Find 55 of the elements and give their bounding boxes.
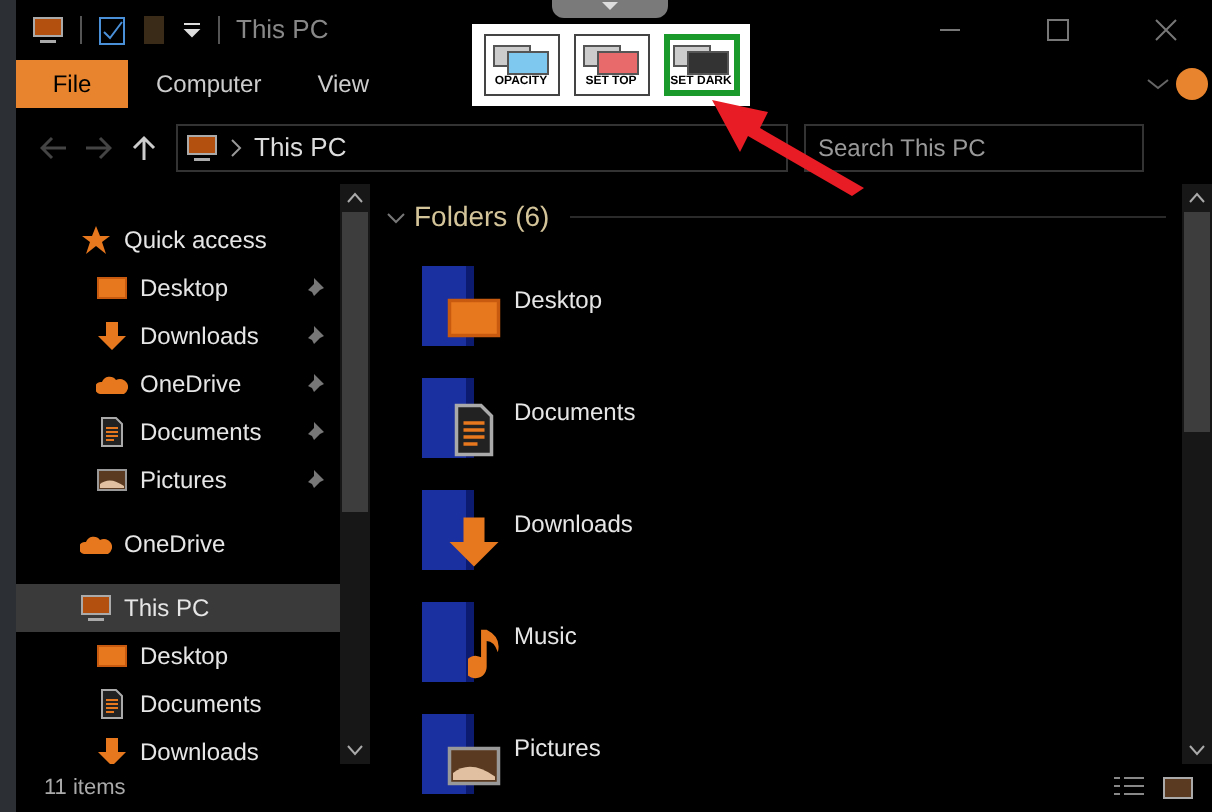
nav-item[interactable]: Quick access: [16, 216, 340, 264]
down-caret-icon: [600, 0, 620, 12]
ribbon-tab[interactable]: Computer: [128, 60, 290, 108]
nav-item[interactable]: Documents: [16, 408, 340, 456]
dropdown-icon[interactable]: [182, 20, 202, 40]
picture-icon: [96, 464, 128, 496]
folder-name[interactable]: Pictures: [514, 730, 601, 766]
ribbon-tab[interactable]: File: [16, 60, 128, 108]
pin-icon: [304, 278, 324, 298]
ribbon-tab[interactable]: View: [289, 60, 397, 108]
nav-item[interactable]: Downloads: [16, 312, 340, 360]
star-icon: [80, 224, 112, 256]
up-arrow-icon[interactable]: [128, 132, 160, 164]
window-icon: [581, 43, 641, 75]
window-title: This PC: [236, 12, 329, 49]
monitor-icon: [96, 640, 128, 672]
down-arrow-icon: [96, 736, 128, 764]
folder-name[interactable]: Desktop: [514, 282, 603, 318]
nav-item[interactable]: Pictures: [16, 456, 340, 504]
nav-item[interactable]: Downloads: [16, 728, 340, 764]
down-arrow-icon: [96, 320, 128, 352]
nav-item[interactable]: Desktop: [16, 632, 340, 680]
status-text: 11 items: [44, 773, 126, 804]
document-icon: [96, 688, 128, 720]
document-icon: [96, 416, 128, 448]
pin-icon: [304, 422, 324, 442]
window-icon: [491, 43, 551, 75]
folder-name[interactable]: Downloads: [514, 506, 633, 542]
group-header: Folders (6): [414, 198, 550, 236]
nav-item[interactable]: Documents: [16, 680, 340, 728]
search-field[interactable]: Search This PC: [804, 124, 1144, 172]
nav-item[interactable]: This PC: [16, 584, 340, 632]
window-icon: [671, 43, 731, 75]
folder-name[interactable]: Music: [514, 618, 577, 654]
nav-item[interactable]: OneDrive: [16, 360, 340, 408]
pin-icon: [304, 374, 324, 394]
scrollbar[interactable]: [1182, 184, 1212, 764]
large-icons-view-icon[interactable]: [1160, 774, 1196, 802]
music-note-icon: [468, 626, 502, 682]
monitor-icon: [96, 272, 128, 304]
panel-handle[interactable]: [552, 0, 668, 18]
nav-item[interactable]: Desktop: [16, 264, 340, 312]
checkbox-icon[interactable]: [98, 14, 126, 46]
scrollbar[interactable]: [340, 184, 370, 764]
pin-icon: [304, 470, 324, 490]
monitor-icon: [186, 132, 218, 164]
address-field[interactable]: This PC: [176, 124, 788, 172]
monitor-icon: [80, 592, 112, 624]
caret-icon[interactable]: [386, 207, 406, 227]
monitor-icon: [32, 14, 64, 46]
chevron-icon: [230, 138, 242, 158]
pin-icon: [304, 326, 324, 346]
down-arrow-icon: [446, 514, 502, 570]
nav-item[interactable]: OneDrive: [16, 520, 340, 568]
folder-name[interactable]: Documents: [514, 394, 636, 430]
